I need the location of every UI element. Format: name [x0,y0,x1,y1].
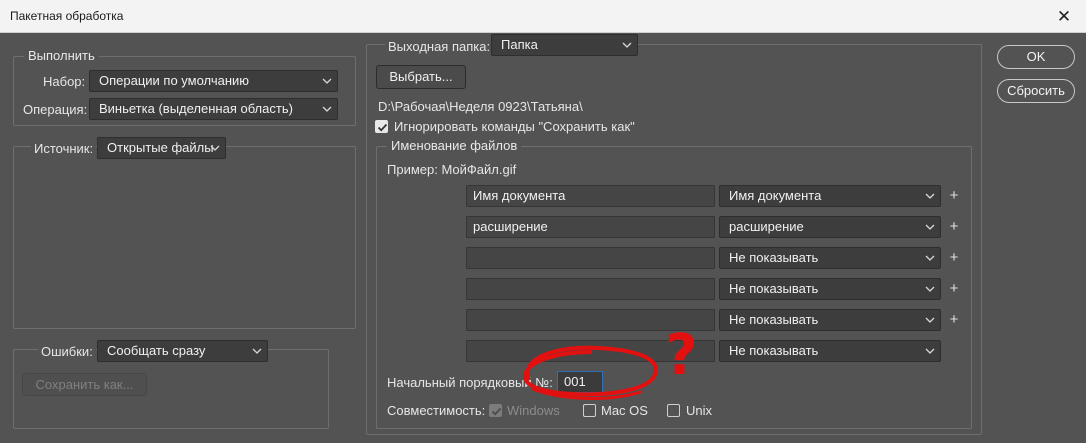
add-row-icon[interactable]: + [948,219,960,234]
naming-dropdown[interactable]: Не показывать [719,247,941,269]
action-value: Виньетка (выделенная область) [99,101,293,116]
source-group [13,146,356,329]
save-as-button[interactable]: Сохранить как... [22,373,147,396]
override-save-as-label: Игнорировать команды "Сохранить как" [394,119,635,134]
chevron-down-icon [210,144,220,152]
unix-checkbox[interactable] [667,404,680,417]
destination-value: Папка [501,37,538,52]
close-icon[interactable]: ✕ [1042,0,1086,33]
chevron-down-icon [925,285,935,293]
source-label: Источник: [31,141,97,156]
chevron-down-icon [322,77,332,85]
naming-example: Пример: МойФайл.gif [387,162,517,177]
naming-dropdown-value: Не показывать [729,343,819,358]
naming-dropdown[interactable]: расширение [719,216,941,238]
naming-dropdown[interactable]: Не показывать [719,340,941,362]
action-dropdown[interactable]: Виньетка (выделенная область) [89,98,338,120]
add-row-icon[interactable]: + [948,250,960,265]
naming-dropdown-value: Имя документа [729,188,822,203]
play-legend: Выполнить [24,48,99,63]
window-title: Пакетная обработка [10,9,124,23]
chevron-down-icon [925,192,935,200]
destination-path: D:\Рабочая\Неделя 0923\Татьяна\ [378,99,583,114]
naming-legend: Именование файлов [387,138,522,153]
naming-dropdown[interactable]: Не показывать [719,278,941,300]
errors-dropdown[interactable]: Сообщать сразу [97,340,268,362]
checkmark-icon [377,123,388,132]
mac-os-label: Mac OS [601,403,648,418]
choose-folder-button[interactable]: Выбрать... [376,65,466,89]
add-row-icon[interactable]: + [948,188,960,203]
naming-dropdown-value: Не показывать [729,281,819,296]
chevron-down-icon [925,347,935,355]
naming-dropdown-value: расширение [729,219,804,234]
chevron-down-icon [925,316,935,324]
set-dropdown[interactable]: Операции по умолчанию [89,70,338,92]
compatibility-label: Совместимость: [387,403,486,418]
title-bar: Пакетная обработка ✕ [0,0,1086,33]
naming-text-field[interactable]: расширение [466,216,715,238]
question-mark-annotation: ? [665,323,698,388]
chevron-down-icon [622,41,632,49]
ok-button[interactable]: OK [997,45,1075,69]
chevron-down-icon [252,347,262,355]
override-save-as-checkbox[interactable] [375,120,388,133]
naming-dropdown[interactable]: Имя документа [719,185,941,207]
reset-button[interactable]: Сбросить [997,79,1075,103]
action-label: Операция: [23,102,88,117]
naming-dropdown-value: Не показывать [729,312,819,327]
errors-label: Ошибки: [38,344,96,359]
serial-number-label: Начальный порядковый №: [387,375,553,390]
set-label: Набор: [43,74,86,89]
source-value: Открытые файлы [107,140,214,155]
chevron-down-icon [925,254,935,262]
windows-checkbox[interactable] [489,404,502,417]
chevron-down-icon [322,105,332,113]
chevron-down-icon [925,223,935,231]
unix-label: Unix [686,403,713,418]
windows-label: Windows [507,403,560,418]
source-dropdown[interactable]: Открытые файлы [97,137,226,159]
destination-label: Выходная папка: [385,39,494,54]
add-row-icon[interactable]: + [948,281,960,296]
naming-text-field[interactable] [466,278,715,300]
serial-number-input[interactable]: 001 [557,371,603,393]
naming-text-field[interactable]: Имя документа [466,185,715,207]
naming-text-field[interactable] [466,247,715,269]
set-value: Операции по умолчанию [99,73,250,88]
add-row-icon[interactable]: + [948,312,960,327]
naming-dropdown[interactable]: Не показывать [719,309,941,331]
checkmark-icon [491,407,502,416]
mac-os-checkbox[interactable] [583,404,596,417]
errors-value: Сообщать сразу [107,343,206,358]
destination-dropdown[interactable]: Папка [491,34,638,56]
naming-dropdown-value: Не показывать [729,250,819,265]
